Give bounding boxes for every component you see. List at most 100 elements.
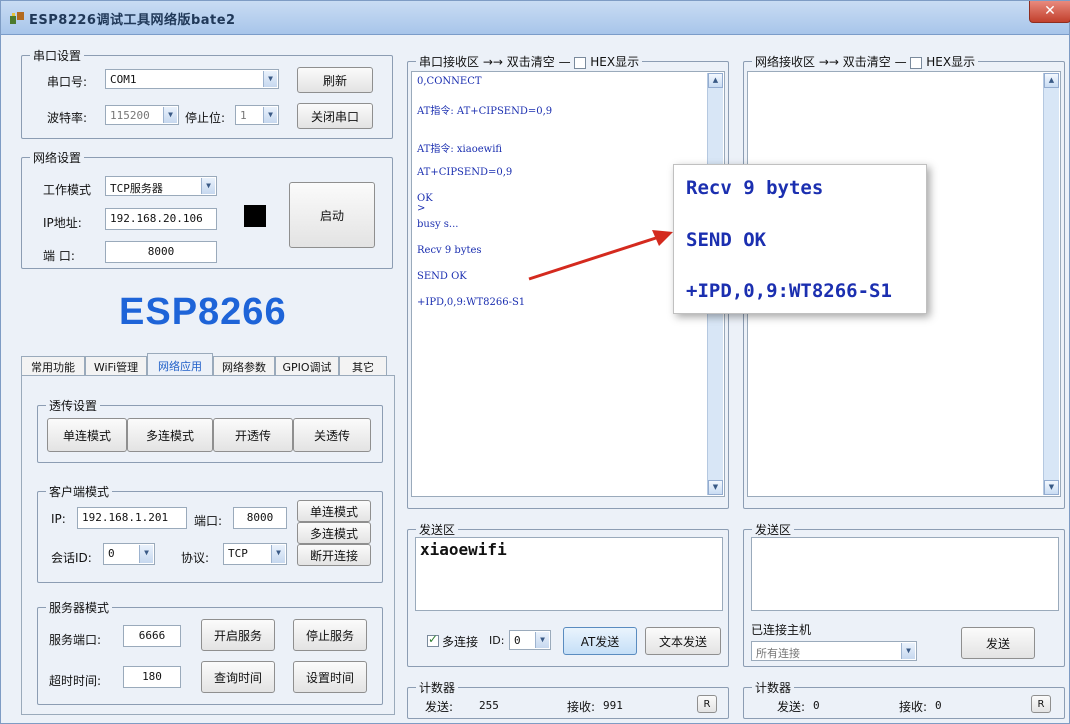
baud-label: 波特率: — [47, 111, 88, 125]
recv-line: AT指令: AT+CIPSEND=0,9 — [417, 106, 553, 117]
window-title: ESP8226调试工具网络版bate2 — [29, 13, 236, 28]
tab-wifi[interactable]: WiFi管理 — [85, 356, 147, 376]
scroll-up-icon[interactable]: ▲ — [708, 73, 723, 88]
work-mode-value: TCP服务器 — [110, 182, 163, 195]
send-id-value: 0 — [514, 634, 521, 647]
text-send-button[interactable]: 文本发送 — [645, 627, 721, 655]
close-port-button[interactable]: 关闭串口 — [297, 103, 373, 129]
set-time-button[interactable]: 设置时间 — [293, 661, 367, 693]
zoom-callout: Recv 9 bytes SEND OK +IPD,0,9:WT8266-S1 — [673, 164, 927, 314]
dash-icon: — — [558, 55, 571, 69]
refresh-button[interactable]: 刷新 — [297, 67, 373, 93]
net-send-button[interactable]: 发送 — [961, 627, 1035, 659]
client-port-label: 端口: — [194, 514, 223, 528]
start-service-button[interactable]: 开启服务 — [201, 619, 275, 651]
status-indicator — [244, 205, 266, 227]
timeout-field[interactable]: 180 — [123, 666, 181, 688]
chevron-down-icon: ▼ — [271, 545, 285, 563]
recv-line: busy s... — [417, 219, 459, 230]
dash-icon: — — [894, 55, 907, 69]
server-mode-legend: 服务器模式 — [46, 599, 113, 616]
timeout-label: 超时时间: — [49, 674, 102, 688]
callout-line: Recv 9 bytes — [686, 177, 824, 199]
net-reset-button[interactable]: R — [1031, 695, 1051, 713]
callout-line: SEND OK — [686, 229, 767, 251]
start-button[interactable]: 启动 — [289, 182, 375, 248]
recv-line: AT+CIPSEND=0,9 — [417, 167, 513, 178]
tab-network-params[interactable]: 网络参数 — [213, 356, 275, 376]
protocol-value: TCP — [228, 547, 248, 560]
close-icon: ✕ — [1044, 3, 1056, 19]
protocol-select[interactable]: TCP ▼ — [223, 543, 287, 565]
baud-value: 115200 — [110, 109, 150, 122]
close-button[interactable]: ✕ — [1029, 1, 1070, 23]
recv-line: Recv 9 bytes — [417, 245, 482, 256]
send-id-label: ID: — [489, 634, 505, 647]
network-port-field[interactable]: 8000 — [105, 241, 217, 263]
disconnect-button[interactable]: 断开连接 — [297, 544, 371, 566]
multi-connect-checkbox[interactable] — [427, 632, 439, 647]
chevron-down-icon: ▼ — [263, 71, 277, 87]
host-value: 所有连接 — [756, 647, 800, 660]
net-hex-checkbox[interactable] — [910, 56, 923, 69]
chevron-down-icon: ▼ — [163, 107, 177, 123]
server-port-label: 服务端口: — [49, 633, 102, 647]
session-id-value: 0 — [108, 547, 115, 560]
single-link-button[interactable]: 单连模式 — [47, 418, 127, 452]
recv-line: +IPD,0,9:WT8266-S1 — [417, 297, 526, 308]
serial-counter-legend: 计数器 — [416, 679, 459, 696]
serial-hex-checkbox[interactable] — [574, 56, 587, 69]
ip-label: IP地址: — [43, 216, 82, 230]
ip-field[interactable]: 192.168.20.106 — [105, 208, 217, 230]
net-recv-count-value: 0 — [935, 699, 942, 712]
recv-line: SEND OK — [417, 271, 467, 282]
net-send-input[interactable] — [751, 537, 1059, 611]
client-multi-button[interactable]: 多连模式 — [297, 522, 371, 544]
chevron-down-icon: ▼ — [263, 107, 277, 123]
tab-network-app[interactable]: 网络应用 — [147, 353, 213, 377]
client-port-field[interactable]: 8000 — [233, 507, 287, 529]
arrow-right-icon: →→ — [818, 55, 839, 69]
net-recv-title: 网络接收区 — [755, 55, 816, 69]
at-send-button[interactable]: AT发送 — [563, 627, 637, 655]
stopbit-select[interactable]: 1 ▼ — [235, 105, 279, 125]
stopbit-label: 停止位: — [185, 111, 226, 125]
client-ip-field[interactable]: 192.168.1.201 — [77, 507, 187, 529]
net-counter-legend: 计数器 — [752, 679, 795, 696]
stopbit-value: 1 — [240, 109, 247, 122]
multi-link-button[interactable]: 多连模式 — [127, 418, 213, 452]
recv-line: AT指令: xiaoewifi — [417, 144, 503, 155]
baud-select[interactable]: 115200 ▼ — [105, 105, 179, 125]
host-select[interactable]: 所有连接 ▼ — [751, 641, 917, 661]
query-time-button[interactable]: 查询时间 — [201, 661, 275, 693]
send-id-select[interactable]: 0 ▼ — [509, 630, 551, 650]
serial-send-input[interactable]: xiaoewifi — [415, 537, 723, 611]
serial-reset-button[interactable]: R — [697, 695, 717, 713]
scroll-down-icon[interactable]: ▼ — [708, 480, 723, 495]
session-id-select[interactable]: 0 ▼ — [103, 543, 155, 565]
net-recv-scrollbar[interactable]: ▲ ▼ — [1043, 73, 1059, 495]
serial-hex-label: HEX显示 — [590, 55, 640, 69]
close-passthrough-button[interactable]: 关透传 — [293, 418, 371, 452]
network-port-label: 端 口: — [43, 249, 75, 263]
serial-recv-count-value: 991 — [603, 699, 623, 712]
chevron-down-icon: ▼ — [139, 545, 153, 563]
serial-recv-dblclick-hint: 双击清空 — [506, 55, 555, 69]
tab-gpio[interactable]: GPIO调试 — [275, 356, 339, 376]
serial-recv-title: 串口接收区 — [419, 55, 480, 69]
work-mode-label: 工作模式 — [43, 183, 92, 197]
tab-common[interactable]: 常用功能 — [21, 356, 85, 376]
app-icon — [10, 12, 24, 24]
net-recv-count-label: 接收: — [899, 700, 928, 714]
client-single-button[interactable]: 单连模式 — [297, 500, 371, 522]
open-passthrough-button[interactable]: 开透传 — [213, 418, 293, 452]
port-select[interactable]: COM1 ▼ — [105, 69, 279, 89]
scroll-up-icon[interactable]: ▲ — [1044, 73, 1059, 88]
port-value: COM1 — [110, 73, 137, 86]
tab-other[interactable]: 其它 — [339, 356, 387, 376]
work-mode-select[interactable]: TCP服务器 ▼ — [105, 176, 217, 196]
scroll-down-icon[interactable]: ▼ — [1044, 480, 1059, 495]
server-port-field[interactable]: 6666 — [123, 625, 181, 647]
stop-service-button[interactable]: 停止服务 — [293, 619, 367, 651]
session-id-label: 会话ID: — [51, 551, 92, 565]
